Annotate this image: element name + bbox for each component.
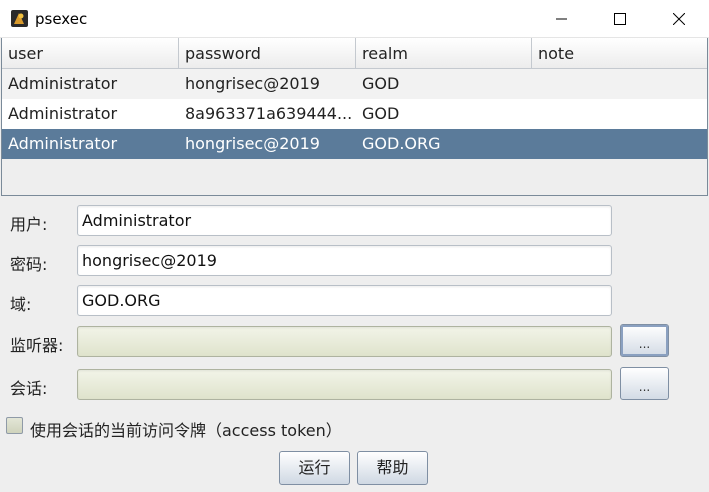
cell-user: Administrator — [8, 74, 118, 93]
cell-realm: GOD.ORG — [362, 134, 441, 153]
cell-realm: GOD — [362, 104, 400, 123]
column-header-realm[interactable]: realm — [356, 38, 532, 69]
cell-note — [532, 129, 707, 159]
maximize-icon — [614, 13, 626, 25]
close-button[interactable] — [650, 0, 708, 38]
user-field[interactable]: Administrator — [77, 205, 612, 236]
credentials-table: user password realm note Administrator h… — [1, 38, 708, 196]
close-icon — [673, 13, 685, 25]
access-token-label[interactable]: 使用会话的当前访问令牌（access token） — [30, 417, 342, 441]
cell-note — [532, 99, 707, 129]
domain-field[interactable]: GOD.ORG — [77, 285, 612, 316]
run-button[interactable]: 运行 — [279, 451, 350, 485]
table-header: user password realm note — [2, 38, 707, 69]
help-button[interactable]: 帮助 — [357, 451, 428, 485]
minimize-icon — [556, 18, 567, 20]
password-field[interactable]: hongrisec@2019 — [77, 245, 612, 276]
listener-field — [77, 326, 612, 357]
window-title: psexec — [35, 10, 88, 28]
cell-user: Administrator — [8, 104, 118, 123]
access-token-checkbox[interactable] — [6, 417, 23, 434]
session-field — [77, 369, 612, 400]
app-icon — [11, 10, 28, 27]
maximize-button[interactable] — [591, 0, 649, 38]
column-header-user[interactable]: user — [2, 38, 179, 69]
cell-note — [532, 69, 707, 99]
session-browse-button[interactable]: ... — [620, 367, 669, 400]
cell-password: hongrisec@2019 — [185, 74, 320, 93]
cell-password: hongrisec@2019 — [185, 134, 320, 153]
table-row-selected[interactable]: Administrator hongrisec@2019 GOD.ORG — [2, 129, 707, 159]
minimize-button[interactable] — [533, 0, 591, 38]
table-row[interactable]: Administrator 8a963371a639444... GOD — [2, 99, 707, 129]
listener-label: 监听器: — [10, 336, 64, 355]
title-bar: psexec — [0, 0, 709, 38]
listener-browse-button[interactable]: ... — [620, 324, 669, 357]
cell-user: Administrator — [8, 134, 118, 153]
cell-password: 8a963371a639444... — [185, 104, 353, 123]
password-label: 密码: — [10, 255, 48, 274]
user-label: 用户: — [10, 215, 48, 234]
column-header-password[interactable]: password — [179, 38, 356, 69]
session-label: 会话: — [10, 379, 48, 398]
table-row[interactable]: Administrator hongrisec@2019 GOD — [2, 69, 707, 99]
domain-label: 域: — [10, 295, 32, 314]
column-header-note[interactable]: note — [532, 38, 707, 69]
cell-realm: GOD — [362, 74, 400, 93]
